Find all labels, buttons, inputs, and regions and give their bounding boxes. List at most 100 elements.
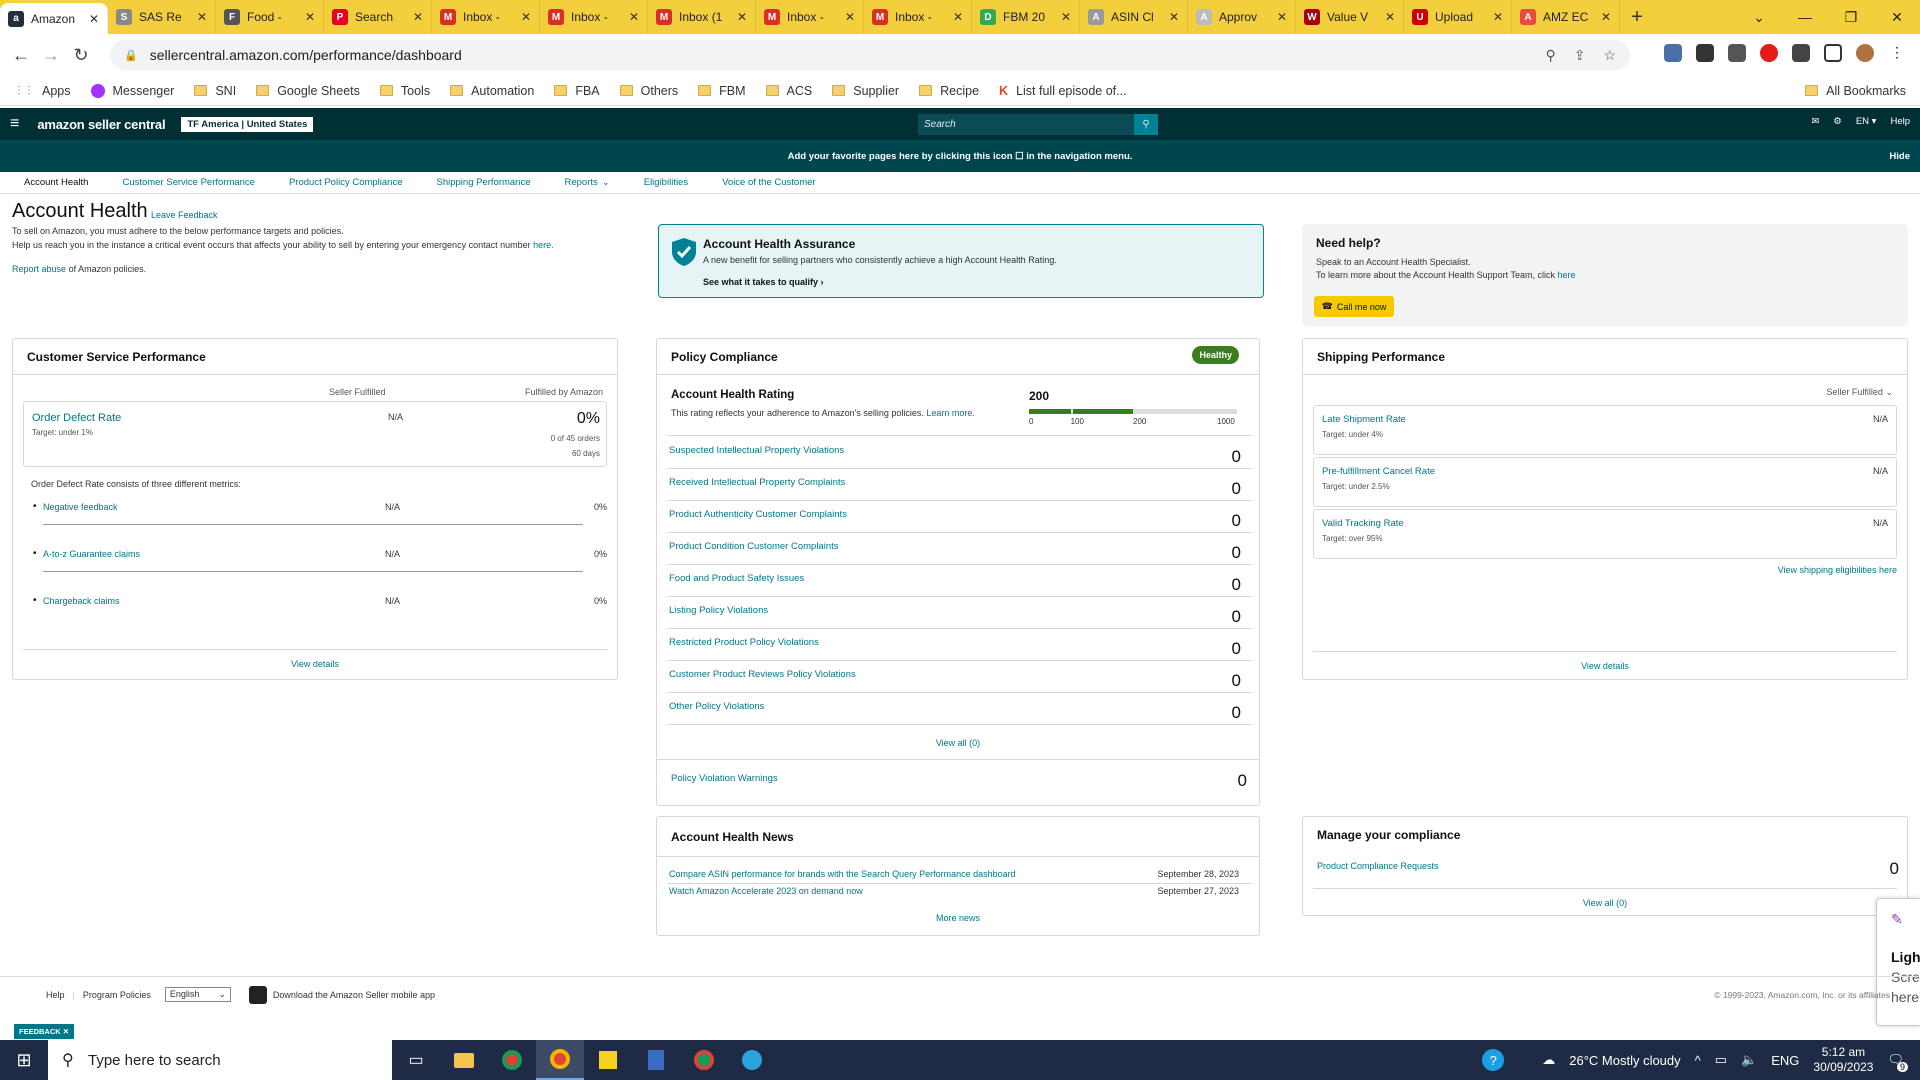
download-app-link[interactable]: Download the Amazon Seller mobile app bbox=[273, 990, 435, 1000]
seller-central-logo[interactable]: amazon seller central bbox=[37, 117, 165, 132]
chrome-profile-icon[interactable] bbox=[680, 1040, 728, 1080]
close-icon[interactable]: ✕ bbox=[953, 10, 963, 24]
browser-tab[interactable]: U Upload ✕ bbox=[1404, 0, 1512, 34]
browser-tab[interactable]: A AMZ EC ✕ bbox=[1512, 0, 1620, 34]
policy-row[interactable]: Restricted Product Policy Violations 0 bbox=[667, 629, 1251, 661]
bookmark-item[interactable]: Recipe bbox=[919, 84, 979, 98]
subnav-reports[interactable]: Reports bbox=[565, 177, 598, 188]
close-window-button[interactable]: ✕ bbox=[1874, 0, 1920, 34]
clock[interactable]: 5:12 am 30/09/2023 bbox=[1813, 1045, 1873, 1075]
subnav-product-policy-compliance[interactable]: Product Policy Compliance bbox=[289, 177, 403, 188]
input-language[interactable]: ENG bbox=[1771, 1053, 1799, 1068]
policy-row[interactable]: Product Authenticity Customer Complaints… bbox=[667, 501, 1251, 533]
sticky-notes-icon[interactable] bbox=[584, 1040, 632, 1080]
browser-tab[interactable]: M Inbox - ✕ bbox=[540, 0, 648, 34]
subnav-account-health[interactable]: Account Health bbox=[24, 177, 88, 188]
tab-search-icon[interactable]: ⌄ bbox=[1736, 0, 1782, 34]
bookmark-item[interactable]: FBA bbox=[554, 84, 600, 98]
close-icon[interactable]: ✕ bbox=[413, 10, 423, 24]
extension-icon[interactable] bbox=[1696, 44, 1714, 62]
bookmark-item[interactable]: Tools bbox=[379, 84, 430, 98]
browser-tab[interactable]: P Search ✕ bbox=[324, 0, 432, 34]
task-view-icon[interactable]: ▭ bbox=[392, 1040, 440, 1080]
restore-button[interactable]: ❐ bbox=[1828, 0, 1874, 34]
calculator-icon[interactable] bbox=[632, 1040, 680, 1080]
emergency-contact-link[interactable]: here. bbox=[533, 240, 554, 250]
close-icon[interactable]: ✕ bbox=[845, 10, 855, 24]
profile-avatar[interactable] bbox=[1856, 44, 1874, 62]
report-abuse-link[interactable]: Report abuse bbox=[12, 264, 66, 274]
bookmark-item[interactable]: Others bbox=[619, 84, 678, 98]
odr-metric-link[interactable]: Chargeback claims bbox=[43, 596, 120, 606]
bookmark-item[interactable]: Supplier bbox=[832, 84, 899, 98]
csp-view-details-link[interactable]: View details bbox=[13, 659, 617, 669]
close-icon[interactable]: ✕ bbox=[1061, 10, 1071, 24]
browser-tab[interactable]: M Inbox - ✕ bbox=[864, 0, 972, 34]
policy-violation-warnings-link[interactable]: Policy Violation Warnings bbox=[671, 773, 778, 784]
search-icon[interactable]: ⚲ bbox=[1134, 114, 1158, 135]
extension-icon[interactable] bbox=[1728, 44, 1746, 62]
volume-icon[interactable]: 🔈 bbox=[1741, 1052, 1757, 1068]
news-link[interactable]: Compare ASIN performance for brands with… bbox=[669, 869, 1016, 879]
menu-dots-icon[interactable]: ⋮ bbox=[1888, 44, 1906, 62]
opera-extension-icon[interactable] bbox=[1760, 44, 1778, 62]
all-bookmarks[interactable]: All Bookmarks bbox=[1805, 84, 1906, 98]
order-defect-rate-link[interactable]: Order Defect Rate bbox=[32, 412, 121, 424]
news-link[interactable]: Watch Amazon Accelerate 2023 on demand n… bbox=[669, 886, 863, 896]
subnav-eligibilities[interactable]: Eligibilities bbox=[644, 177, 688, 188]
telegram-icon[interactable] bbox=[728, 1040, 776, 1080]
subnav-shipping-performance[interactable]: Shipping Performance bbox=[437, 177, 531, 188]
chevron-up-icon[interactable]: ^ bbox=[1695, 1053, 1701, 1068]
feedback-tab[interactable]: FEEDBACK ✕ bbox=[14, 1024, 75, 1039]
odr-metric-link[interactable]: A-to-z Guarantee claims bbox=[43, 549, 140, 559]
more-news-link[interactable]: More news bbox=[657, 913, 1259, 923]
close-icon[interactable]: ✕ bbox=[89, 12, 99, 26]
browser-tab[interactable]: W Value V ✕ bbox=[1296, 0, 1404, 34]
policy-row[interactable]: Other Policy Violations 0 bbox=[667, 693, 1251, 725]
call-me-now-button[interactable]: ☎ Call me now bbox=[1314, 296, 1394, 317]
sp-view-details-link[interactable]: View details bbox=[1303, 661, 1907, 671]
shipping-eligibilities-link[interactable]: View shipping eligibilities here bbox=[1778, 565, 1897, 575]
back-arrow-icon[interactable]: ← bbox=[6, 45, 36, 66]
assurance-qualify-link[interactable]: See what it takes to qualify › bbox=[703, 277, 824, 287]
footer-help-link[interactable]: Help bbox=[46, 990, 65, 1000]
browser-tab[interactable]: D FBM 20 ✕ bbox=[972, 0, 1080, 34]
bookmark-item[interactable]: K List full episode of... bbox=[999, 84, 1127, 98]
product-compliance-requests-link[interactable]: Product Compliance Requests bbox=[1317, 861, 1439, 871]
shipping-metric-row[interactable]: Late Shipment Rate Target: under 4% N/A bbox=[1313, 405, 1897, 455]
close-icon[interactable]: ✕ bbox=[629, 10, 639, 24]
browser-tab[interactable]: F Food - ✕ bbox=[216, 0, 324, 34]
bookmark-item[interactable]: ACS bbox=[765, 84, 812, 98]
bookmark-item[interactable]: Messenger bbox=[90, 83, 174, 98]
bookmark-item[interactable]: FBM bbox=[698, 84, 746, 98]
browser-tab[interactable]: M Inbox (1 ✕ bbox=[648, 0, 756, 34]
browser-tab[interactable]: A Approv ✕ bbox=[1188, 0, 1296, 34]
policy-row[interactable]: Listing Policy Violations 0 bbox=[667, 597, 1251, 629]
help-link[interactable]: Help bbox=[1890, 116, 1910, 127]
close-icon[interactable]: ✕ bbox=[1385, 10, 1395, 24]
bookmark-item[interactable]: Google Sheets bbox=[256, 84, 360, 98]
mc-view-all-link[interactable]: View all (0) bbox=[1303, 898, 1907, 908]
shipping-metric-row[interactable]: Valid Tracking Rate Target: over 95% N/A bbox=[1313, 509, 1897, 559]
subnav-customer-service-performance[interactable]: Customer Service Performance bbox=[122, 177, 255, 188]
support-team-link[interactable]: here bbox=[1557, 270, 1575, 280]
close-icon[interactable]: ✕ bbox=[1601, 10, 1611, 24]
windows-start-icon[interactable]: ⊞ bbox=[0, 1040, 48, 1080]
language-selector[interactable]: EN ▾ bbox=[1856, 116, 1877, 127]
browser-tab[interactable]: A ASIN Cl ✕ bbox=[1080, 0, 1188, 34]
file-explorer-icon[interactable] bbox=[440, 1040, 488, 1080]
search-input[interactable]: Search ⚲ bbox=[918, 114, 1158, 135]
network-icon[interactable]: ▭ bbox=[1715, 1052, 1727, 1068]
pc-view-all-link[interactable]: View all (0) bbox=[657, 738, 1259, 748]
url-input[interactable]: 🔒 sellercentral.amazon.com/performance/d… bbox=[110, 40, 1630, 70]
puzzle-extensions-icon[interactable] bbox=[1792, 44, 1810, 62]
policy-row[interactable]: Received Intellectual Property Complaint… bbox=[667, 469, 1251, 501]
help-icon[interactable]: ? bbox=[1482, 1049, 1505, 1071]
browser-tab[interactable]: a Amazon ✕ bbox=[0, 3, 108, 34]
leave-feedback-link[interactable]: Leave Feedback bbox=[151, 210, 218, 220]
browser-tab[interactable]: M Inbox - ✕ bbox=[756, 0, 864, 34]
extension-icon[interactable] bbox=[1664, 44, 1682, 62]
minimize-button[interactable]: — bbox=[1782, 0, 1828, 34]
bookmark-item[interactable]: SNI bbox=[194, 84, 236, 98]
fulfillment-filter-dropdown[interactable]: Seller Fulfilled ⌄ bbox=[1826, 387, 1893, 398]
